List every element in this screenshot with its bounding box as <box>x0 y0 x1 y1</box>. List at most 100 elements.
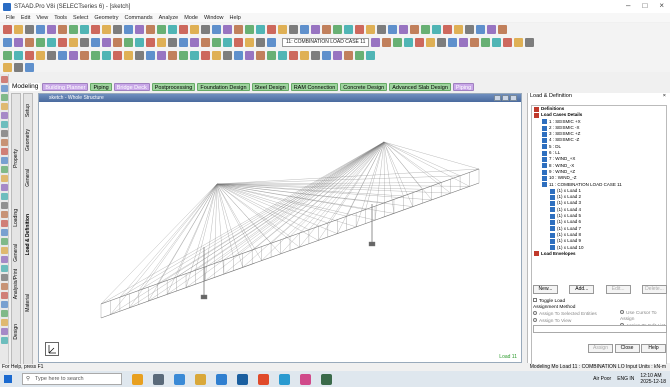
mode-tab[interactable]: Piping <box>452 82 475 91</box>
photos-icon[interactable] <box>300 373 311 385</box>
mode-tab[interactable]: Building Planner <box>42 82 89 91</box>
menu-window[interactable]: Window <box>204 15 224 21</box>
task-view-icon[interactable] <box>153 373 164 385</box>
toolbar-button[interactable] <box>322 25 331 34</box>
toolbar-button[interactable] <box>234 51 243 60</box>
toolbar-button[interactable] <box>146 25 155 34</box>
tool-strip-button[interactable] <box>1 283 8 290</box>
toolbar-button[interactable] <box>267 25 276 34</box>
tab-geometry[interactable]: Geometry <box>25 129 31 151</box>
mail-icon[interactable] <box>237 373 248 385</box>
tab-material[interactable]: Material <box>25 294 31 312</box>
toolbar-button[interactable] <box>300 51 309 60</box>
chrome-icon[interactable] <box>279 373 290 385</box>
tool-strip-button[interactable] <box>1 103 8 110</box>
toolbar-button[interactable] <box>311 51 320 60</box>
tool-strip-button[interactable] <box>1 166 8 173</box>
store-icon[interactable] <box>216 373 227 385</box>
toolbar-button[interactable] <box>135 25 144 34</box>
toolbar-button[interactable] <box>58 25 67 34</box>
tool-strip-button[interactable] <box>1 292 8 299</box>
toolbar-button[interactable] <box>69 51 78 60</box>
help-button[interactable]: Help <box>641 344 666 353</box>
toolbar-button[interactable] <box>465 25 474 34</box>
use-cursor-radio[interactable] <box>620 310 624 314</box>
toolbar-button[interactable] <box>25 38 34 47</box>
toolbar-button[interactable] <box>124 38 133 47</box>
toolbar-button[interactable] <box>47 25 56 34</box>
toolbar-button[interactable] <box>344 25 353 34</box>
toolbar-button[interactable] <box>91 38 100 47</box>
edit-button[interactable]: Edit... <box>605 285 631 294</box>
tab-load-definition[interactable]: Load & Definition <box>25 214 31 255</box>
toolbar-button[interactable] <box>256 51 265 60</box>
mode-tab[interactable]: Postprocessing <box>151 82 196 91</box>
toolbar-button[interactable] <box>190 25 199 34</box>
toolbar-button[interactable] <box>421 25 430 34</box>
panel-close-icon[interactable]: × <box>663 93 666 101</box>
assign-selected-radio[interactable] <box>533 311 537 315</box>
toolbar-button[interactable] <box>190 51 199 60</box>
toolbar-button[interactable] <box>124 51 133 60</box>
viewport-minimize-button[interactable] <box>494 95 501 101</box>
toolbar-button[interactable] <box>256 38 265 47</box>
tool-strip-button[interactable] <box>1 238 8 245</box>
tool-strip-button[interactable] <box>1 157 8 164</box>
tool-strip-button[interactable] <box>1 337 8 344</box>
toolbar-button[interactable] <box>300 25 309 34</box>
toolbar-button[interactable] <box>459 38 469 47</box>
viewport-restore-button[interactable] <box>502 95 509 101</box>
toolbar-button[interactable] <box>393 38 403 47</box>
toolbar-button[interactable] <box>223 38 232 47</box>
minimize-button[interactable]: – <box>626 1 630 10</box>
toolbar-button[interactable] <box>514 38 524 47</box>
toolbar-button[interactable] <box>498 25 507 34</box>
toolbar-button[interactable] <box>278 51 287 60</box>
maximize-button[interactable]: □ <box>642 1 647 10</box>
toolbar-button[interactable] <box>437 38 447 47</box>
toolbar-button[interactable] <box>223 51 232 60</box>
toolbar-button[interactable] <box>443 25 452 34</box>
tool-strip-button[interactable] <box>1 148 8 155</box>
toolbar-button[interactable] <box>36 51 45 60</box>
toolbar-button[interactable] <box>454 25 463 34</box>
staad-taskbar-icon[interactable] <box>321 373 332 385</box>
toolbar-button[interactable] <box>124 25 133 34</box>
toolbar-button[interactable] <box>212 38 221 47</box>
edit-list-input[interactable] <box>533 325 667 333</box>
toolbar-button[interactable] <box>168 38 177 47</box>
toolbar-button[interactable] <box>113 38 122 47</box>
toolbar-button[interactable] <box>267 38 276 47</box>
toolbar-button[interactable] <box>179 51 188 60</box>
toolbar-button[interactable] <box>190 38 199 47</box>
mode-tab[interactable]: Advanced Slab Design <box>389 82 451 91</box>
tool-strip-button[interactable] <box>1 211 8 218</box>
menu-mode[interactable]: Mode <box>184 15 198 21</box>
toolbar-button[interactable] <box>344 51 353 60</box>
toolbar-button[interactable] <box>157 25 166 34</box>
toolbar-button[interactable] <box>69 38 78 47</box>
tool-strip-button[interactable] <box>1 130 8 137</box>
taskbar-search-input[interactable]: ⚲ Type here to search <box>22 373 122 385</box>
assign-button[interactable]: Assign <box>588 344 613 353</box>
toolbar-button[interactable] <box>3 25 12 34</box>
toolbar-button[interactable] <box>80 38 89 47</box>
toolbar-button[interactable] <box>14 25 23 34</box>
toolbar-button[interactable] <box>503 38 513 47</box>
toolbar-button[interactable] <box>481 38 491 47</box>
toolbar-button[interactable] <box>102 51 111 60</box>
toolbar-button[interactable] <box>377 25 386 34</box>
toolbar-button[interactable] <box>80 51 89 60</box>
tab-general-sub[interactable]: General <box>25 169 31 187</box>
tool-strip-button[interactable] <box>1 94 8 101</box>
toolbar-button[interactable] <box>371 38 381 47</box>
toolbar-button[interactable] <box>168 51 177 60</box>
toolbar-button[interactable] <box>135 51 144 60</box>
toolbar-button[interactable] <box>487 25 496 34</box>
toolbar-button[interactable] <box>14 38 23 47</box>
assign-view-radio[interactable] <box>533 318 537 322</box>
tool-strip-button[interactable] <box>1 310 8 317</box>
toolbar-button[interactable] <box>102 38 111 47</box>
toolbar-button[interactable] <box>234 38 243 47</box>
mode-tab[interactable]: Modeling <box>10 82 41 91</box>
